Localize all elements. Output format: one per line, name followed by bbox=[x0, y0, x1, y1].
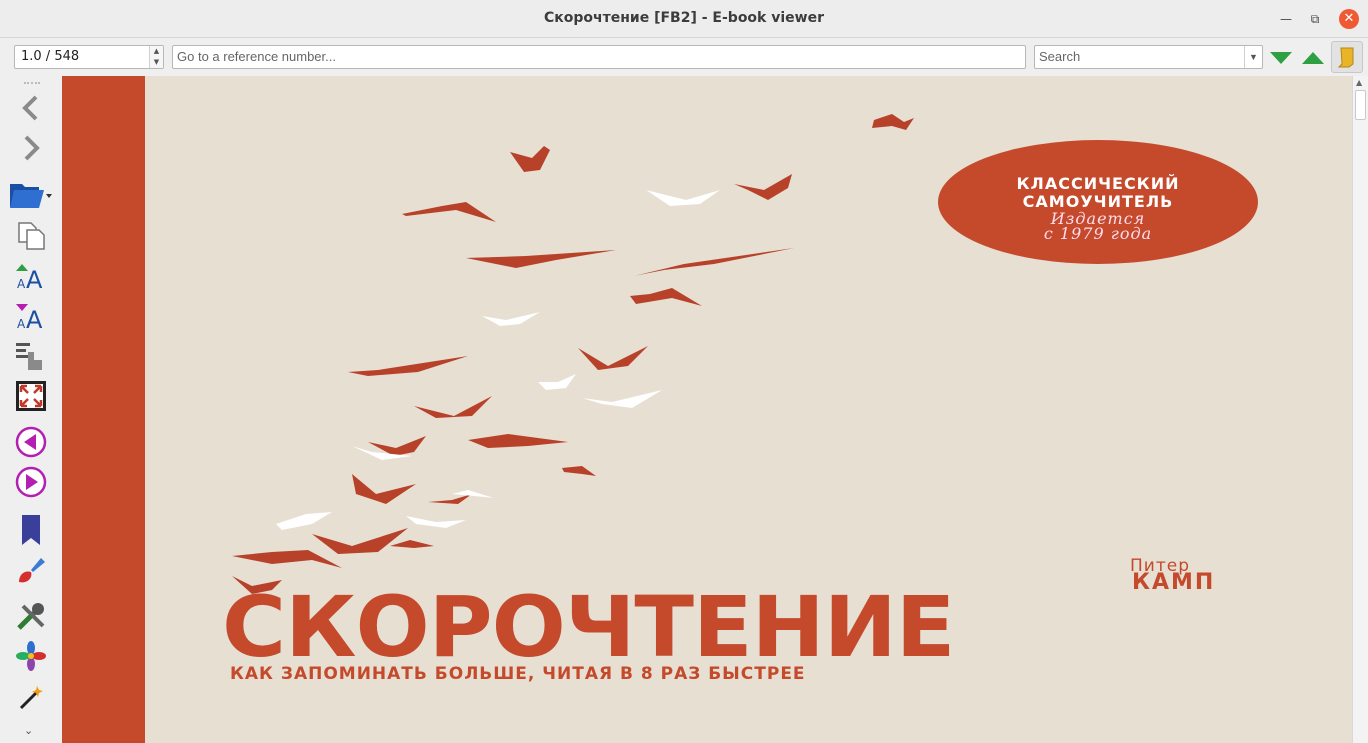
author-last-name: КАМП bbox=[1132, 570, 1216, 595]
theme-button[interactable] bbox=[13, 552, 49, 588]
back-button[interactable] bbox=[13, 90, 49, 126]
toolbar-grip bbox=[24, 82, 40, 84]
scrollbar-thumb[interactable] bbox=[1355, 90, 1366, 120]
font-increase-icon: A A bbox=[16, 264, 43, 291]
find-previous-icon[interactable] bbox=[1300, 44, 1326, 70]
previous-page-button[interactable] bbox=[13, 424, 49, 460]
copy-button[interactable] bbox=[13, 218, 49, 254]
left-toolbar: A A A A ⌄ bbox=[0, 76, 62, 743]
svg-text:A: A bbox=[17, 317, 26, 331]
maximize-icon[interactable]: ⧉ bbox=[1305, 9, 1325, 29]
plugins-button[interactable] bbox=[13, 638, 49, 674]
reference-input[interactable]: Go to a reference number... bbox=[172, 45, 1026, 69]
position-value: 1.0 / 548 bbox=[21, 49, 80, 64]
classic-tutorial-badge: КЛАССИЧЕСКИЙ САМОУЧИТЕЛЬ Издается с 1979… bbox=[938, 140, 1258, 264]
next-page-button[interactable] bbox=[13, 464, 49, 500]
font-larger-button[interactable]: A A bbox=[13, 258, 49, 294]
fullscreen-icon bbox=[16, 381, 46, 411]
vertical-scrollbar[interactable]: ▲ bbox=[1352, 76, 1368, 743]
top-toolbar: 1.0 / 548 ▲ ▼ Go to a reference number...… bbox=[0, 38, 1368, 76]
preferences-button[interactable] bbox=[13, 598, 49, 634]
previous-icon bbox=[15, 426, 47, 458]
paintbrush-icon bbox=[19, 558, 45, 583]
wand-icon bbox=[19, 686, 43, 710]
bookmarks-button[interactable] bbox=[13, 512, 49, 548]
magic-wand-button[interactable] bbox=[13, 678, 49, 714]
table-of-contents-button[interactable] bbox=[13, 338, 49, 374]
chevron-right-icon bbox=[24, 135, 40, 161]
badge-line-1: КЛАССИЧЕСКИЙ bbox=[1016, 174, 1180, 193]
book-view[interactable]: КЛАССИЧЕСКИЙ САМОУЧИТЕЛЬ Издается с 1979… bbox=[62, 76, 1352, 743]
font-smaller-button[interactable]: A A bbox=[13, 298, 49, 334]
font-decrease-icon: A A bbox=[16, 304, 43, 331]
bookmark-toggle-button[interactable] bbox=[1331, 41, 1363, 73]
open-ebook-button[interactable] bbox=[8, 176, 52, 212]
forward-button[interactable] bbox=[13, 130, 49, 166]
chevron-left-icon bbox=[22, 95, 38, 121]
calibre-flower-icon bbox=[16, 641, 46, 671]
book-cover-subtitle: КАК ЗАПОМИНАТЬ БОЛЬШЕ, ЧИТАЯ В 8 РАЗ БЫС… bbox=[230, 664, 806, 684]
birds-illustration bbox=[232, 114, 914, 594]
cover-spine-band bbox=[62, 76, 145, 743]
window-titlebar: Скорочтение [FB2] - E-book viewer — ⧉ ✕ bbox=[0, 0, 1368, 38]
toc-icon bbox=[16, 343, 42, 370]
badge-line-4: с 1979 года bbox=[1043, 224, 1153, 243]
close-icon[interactable]: ✕ bbox=[1339, 9, 1359, 29]
position-spinbox[interactable]: 1.0 / 548 ▲ ▼ bbox=[14, 45, 164, 69]
spin-buttons[interactable]: ▲ ▼ bbox=[149, 46, 163, 68]
minimize-icon[interactable]: — bbox=[1276, 9, 1296, 29]
scroll-up-icon[interactable]: ▲ bbox=[1356, 78, 1362, 87]
search-combobox[interactable]: Search ▼ bbox=[1034, 45, 1263, 69]
folder-open-icon bbox=[10, 184, 52, 208]
svg-text:A: A bbox=[26, 266, 43, 291]
book-cover-title: СКОРОЧТЕНИЕ bbox=[222, 578, 955, 676]
window-title: Скорочтение [FB2] - E-book viewer bbox=[543, 10, 824, 26]
reference-placeholder: Go to a reference number... bbox=[177, 49, 336, 64]
copy-icon bbox=[18, 222, 45, 250]
svg-text:A: A bbox=[17, 277, 26, 291]
fullscreen-button[interactable] bbox=[13, 378, 49, 414]
svg-text:A: A bbox=[26, 306, 43, 331]
tools-icon bbox=[17, 603, 45, 630]
chevron-down-icon[interactable]: ▼ bbox=[1244, 46, 1262, 68]
search-placeholder: Search bbox=[1039, 49, 1081, 64]
scroll-icon bbox=[1337, 47, 1354, 68]
more-tools-icon[interactable]: ⌄ bbox=[24, 724, 33, 737]
next-icon bbox=[15, 466, 47, 498]
bookmark-icon bbox=[22, 515, 40, 545]
find-next-icon[interactable] bbox=[1268, 44, 1294, 70]
